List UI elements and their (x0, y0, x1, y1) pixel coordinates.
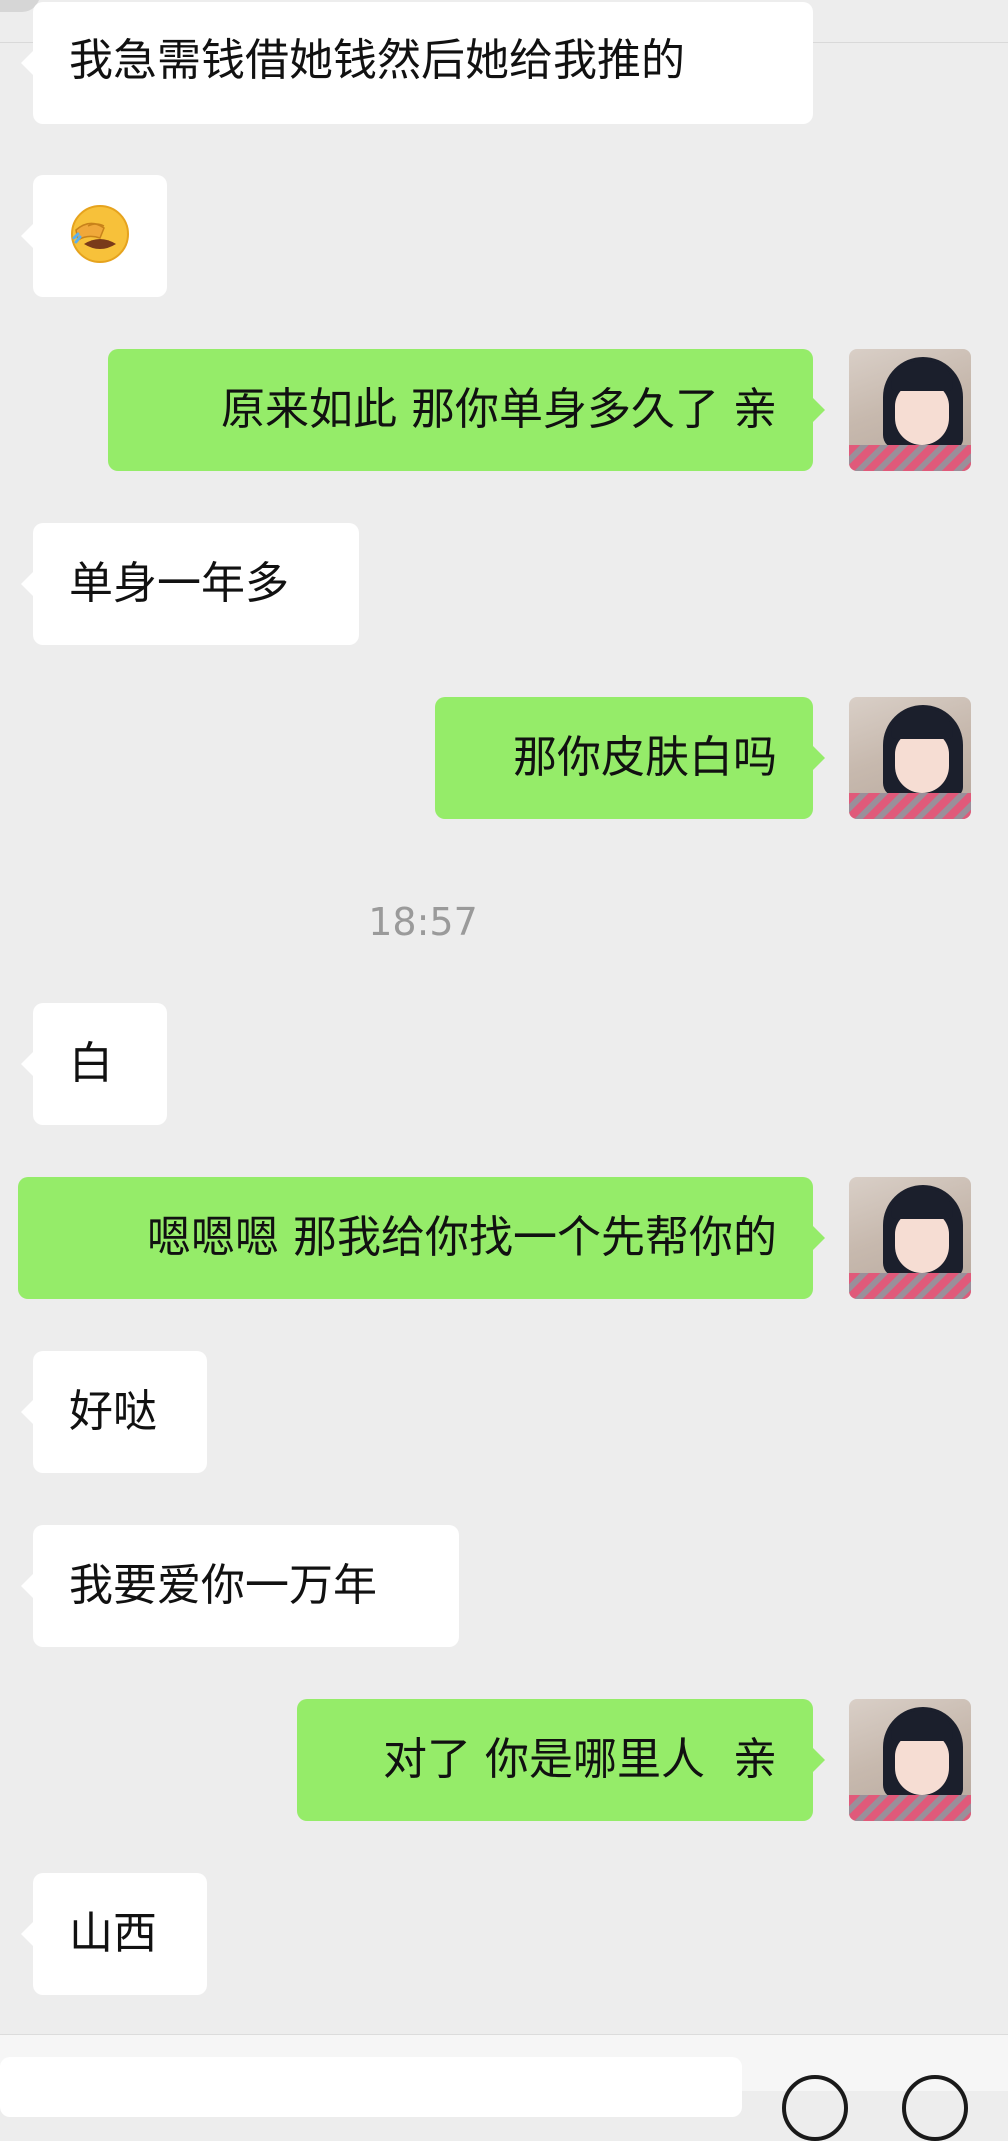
avatar[interactable] (849, 1699, 971, 1821)
incoming-message-bubble[interactable]: 我急需钱借她钱然后她给我推的 (21, 2, 813, 124)
message-input[interactable] (0, 2057, 742, 2117)
incoming-message-bubble[interactable]: 山西 (21, 1873, 207, 1995)
plus-icon[interactable] (902, 2075, 968, 2141)
message-text: 嗯嗯嗯 那我给你找一个先帮你的 (147, 1212, 777, 1263)
incoming-message-bubble[interactable]: 好哒 (21, 1351, 207, 1473)
message-text: 我急需钱借她钱然后她给我推的 (69, 35, 685, 86)
avatar[interactable] (849, 349, 971, 471)
incoming-message-bubble[interactable]: 白 (21, 1003, 167, 1125)
message-text: 对了 你是哪里人 亲 (383, 1734, 777, 1785)
emoji-icon[interactable] (782, 2075, 848, 2141)
message-text: 原来如此 那你单身多久了 亲 (221, 384, 777, 435)
message-text: 好哒 (69, 1386, 157, 1437)
message-text: 白 (69, 1038, 113, 1089)
message-text: 山西 (69, 1908, 157, 1959)
message-text: 那你皮肤白吗 (513, 732, 777, 783)
incoming-message-bubble[interactable]: 单身一年多 (21, 523, 359, 645)
face-with-hand-over-eyes-emoji (71, 205, 129, 263)
avatar[interactable] (849, 697, 971, 819)
message-text: 单身一年多 (69, 558, 289, 609)
outgoing-message-bubble[interactable]: 嗯嗯嗯 那我给你找一个先帮你的 (18, 1177, 825, 1299)
chat-input-bar (0, 2034, 1008, 2141)
outgoing-message-bubble[interactable]: 那你皮肤白吗 (435, 697, 825, 819)
outgoing-message-bubble[interactable]: 原来如此 那你单身多久了 亲 (108, 349, 825, 471)
message-text: 我要爱你一万年 (69, 1560, 377, 1611)
avatar[interactable] (849, 1177, 971, 1299)
outgoing-message-bubble[interactable]: 对了 你是哪里人 亲 (297, 1699, 825, 1821)
message-timestamp: 18:57 (368, 900, 478, 944)
incoming-message-bubble[interactable]: 我要爱你一万年 (21, 1525, 459, 1647)
